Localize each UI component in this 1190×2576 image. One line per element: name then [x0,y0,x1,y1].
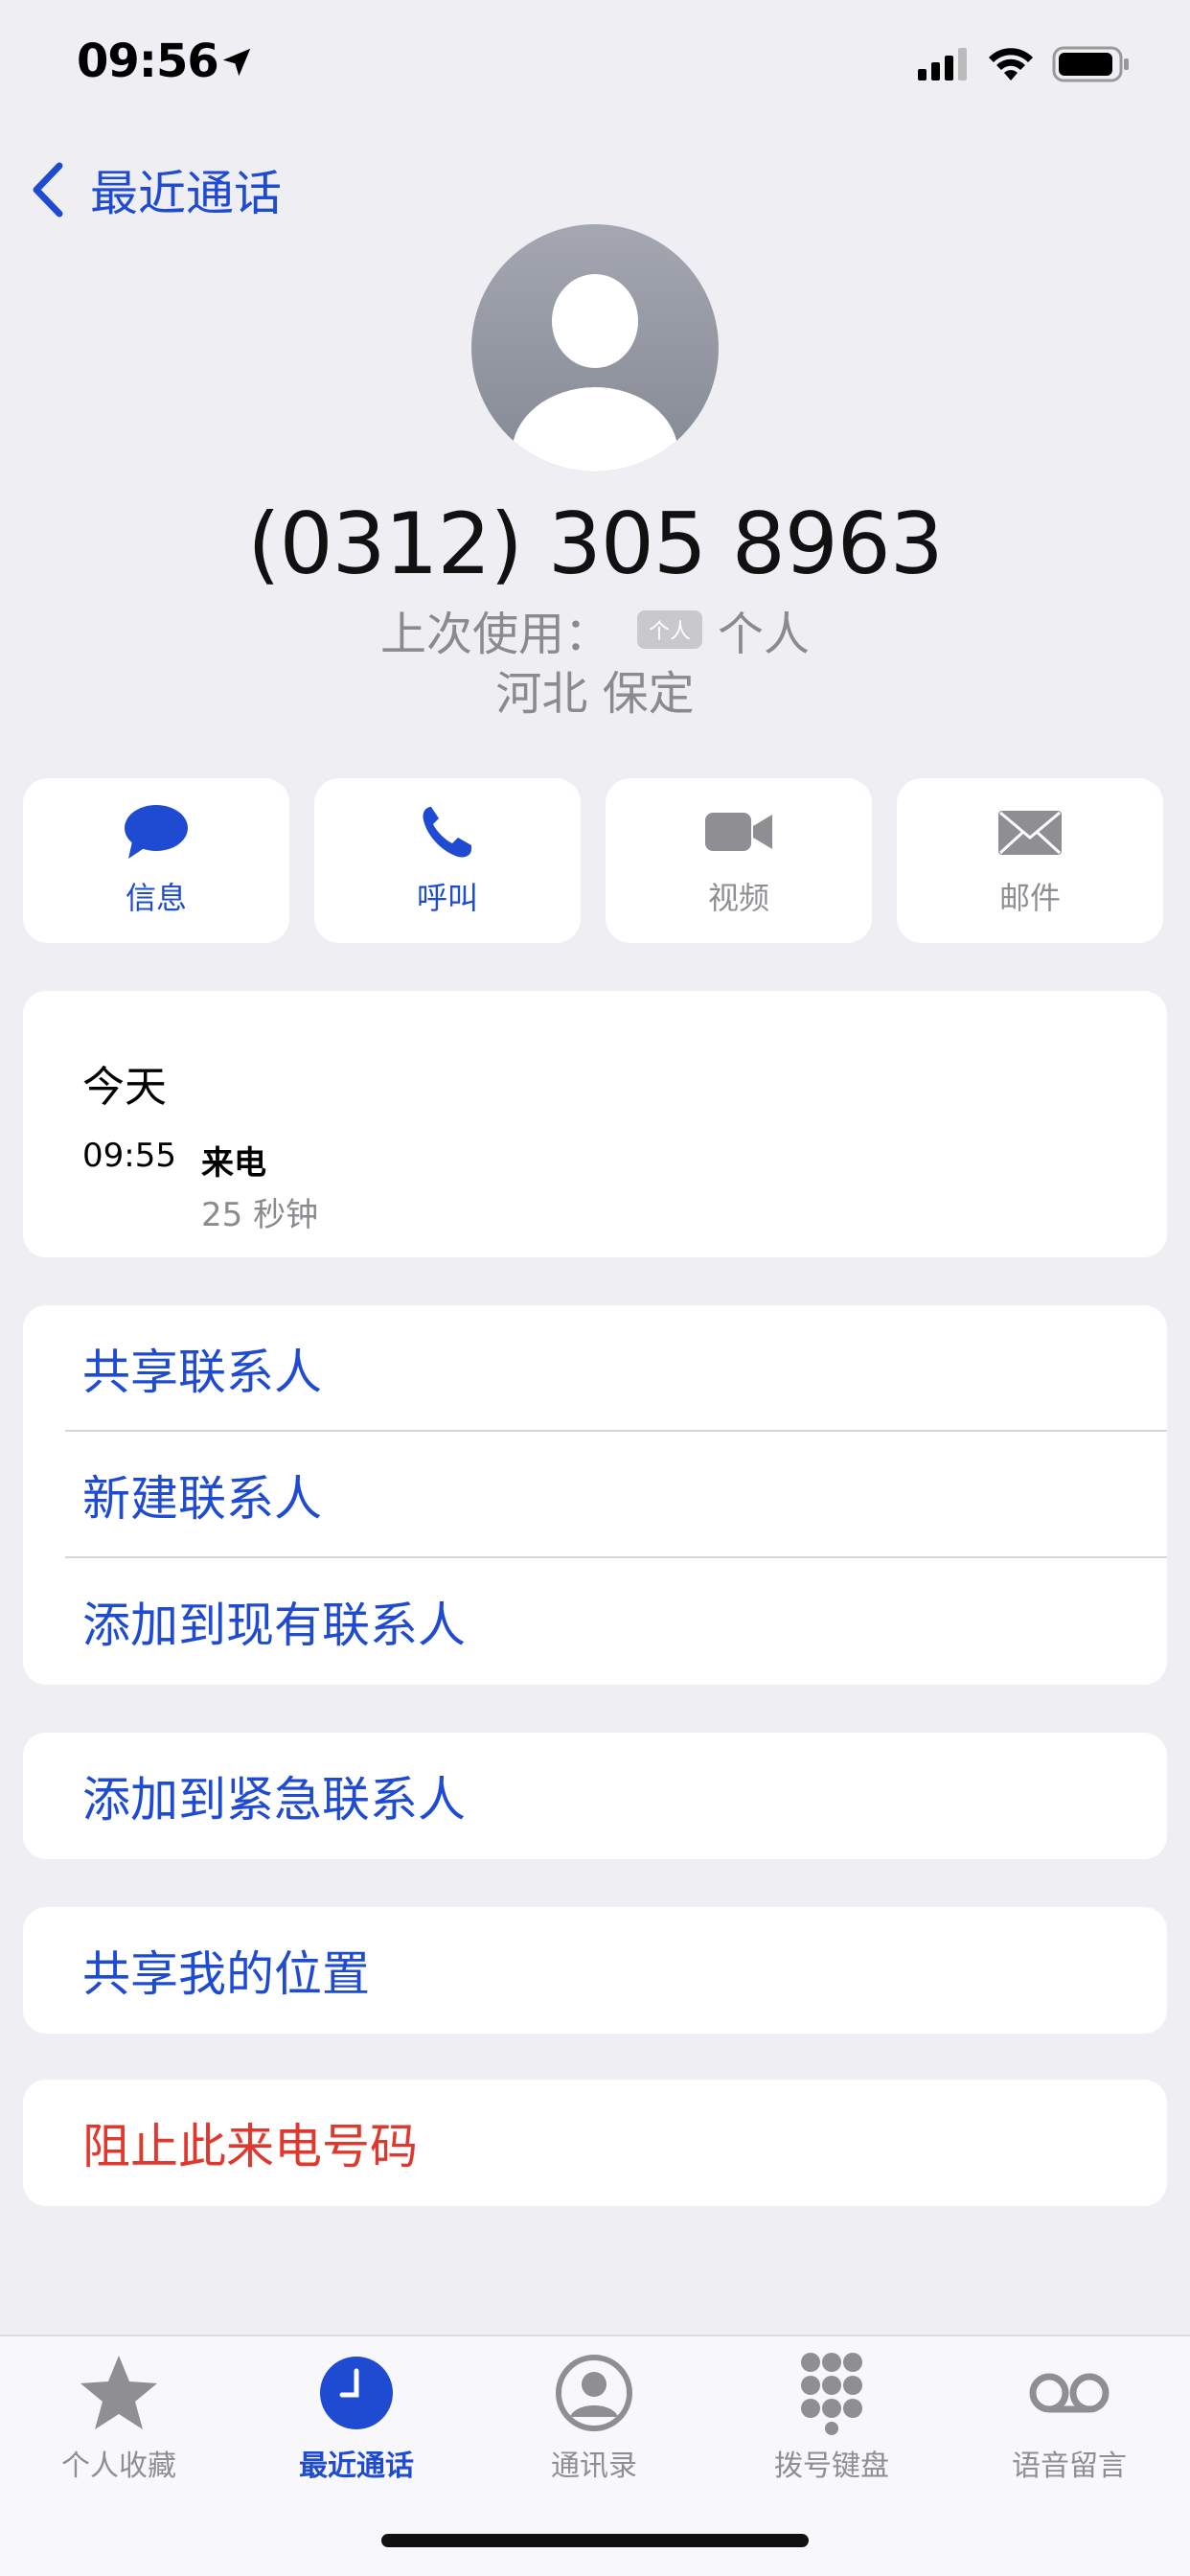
tab-keypad-label: 拨号键盘 [774,2450,889,2483]
block-caller-button[interactable]: 阻止此来电号码 [23,2080,1167,2206]
call-type: 来电 [201,1144,266,1183]
call-time: 09:55 [82,1137,176,1175]
call-day: 今天 [82,1063,167,1112]
call-button[interactable]: 呼叫 [314,778,581,943]
last-used-line: 上次使用： 个人 个人 [0,596,1190,663]
chevron-left-icon [33,162,63,218]
avatar-head [552,274,638,368]
line-tag-badge: 个人 [636,610,702,649]
tab-keypad[interactable]: 拨号键盘 [736,2350,927,2484]
contacts-icon [556,2355,632,2431]
call-label: 呼叫 [416,880,478,916]
location-arrow-icon [222,48,251,77]
phone-location: 河北 保定 [495,667,695,721]
phone-icon [423,807,471,858]
phone-number: (0312) 305 8963 [247,494,943,593]
back-label: 最近通话 [90,166,282,221]
tab-contacts[interactable]: 通讯录 [498,2350,690,2484]
line-name: 个人 [718,608,811,661]
mail-label: 邮件 [998,880,1061,916]
wifi-icon [989,48,1033,80]
tab-voicemail-label: 语音留言 [1012,2450,1127,2483]
video-label: 视频 [707,880,769,916]
mail-button[interactable]: 邮件 [897,778,1163,943]
video-icon [705,813,772,851]
tab-recents[interactable]: 最近通话 [261,2350,452,2484]
status-time: 09:56 [77,34,219,88]
block-card: 阻止此来电号码 [23,2080,1167,2206]
tab-voicemail[interactable]: 语音留言 [973,2350,1165,2484]
add-emergency-contact-button[interactable]: 添加到紧急联系人 [23,1733,1167,1859]
share-location-button[interactable]: 共享我的位置 [23,1907,1167,2034]
back-button[interactable]: 最近通话 [29,153,282,226]
emergency-card: 添加到紧急联系人 [23,1733,1167,1859]
cellular-signal-icon [918,48,967,80]
tab-favorites[interactable]: 个人收藏 [23,2350,215,2484]
mail-icon [998,811,1062,855]
call-duration: 25 秒钟 [201,1196,319,1234]
clock-icon [320,2357,393,2429]
video-button[interactable]: 视频 [606,778,872,943]
battery-icon [1052,46,1129,82]
tab-contacts-label: 通讯录 [551,2450,637,2483]
home-indicator [381,2534,809,2547]
avatar-body [512,387,678,472]
tab-recents-label: 最近通话 [299,2450,414,2483]
share-contact-button[interactable]: 共享联系人 [23,1305,1167,1432]
message-icon [125,805,188,859]
call-history-card: 今天 09:55 来电 25 秒钟 [23,991,1167,1257]
new-contact-button[interactable]: 新建联系人 [23,1432,1167,1558]
message-button[interactable]: 信息 [23,778,289,943]
contact-actions-card: 共享联系人 新建联系人 添加到现有联系人 [23,1305,1167,1685]
voicemail-icon [1029,2373,1110,2413]
add-to-existing-contact-button[interactable]: 添加到现有联系人 [23,1558,1167,1685]
keypad-icon [801,2353,862,2435]
tab-favorites-label: 个人收藏 [61,2450,176,2483]
share-location-card: 共享我的位置 [23,1907,1167,2034]
last-used-label: 上次使用： [379,608,610,661]
message-label: 信息 [125,880,187,916]
contact-avatar [471,224,719,472]
star-icon [80,2356,157,2429]
